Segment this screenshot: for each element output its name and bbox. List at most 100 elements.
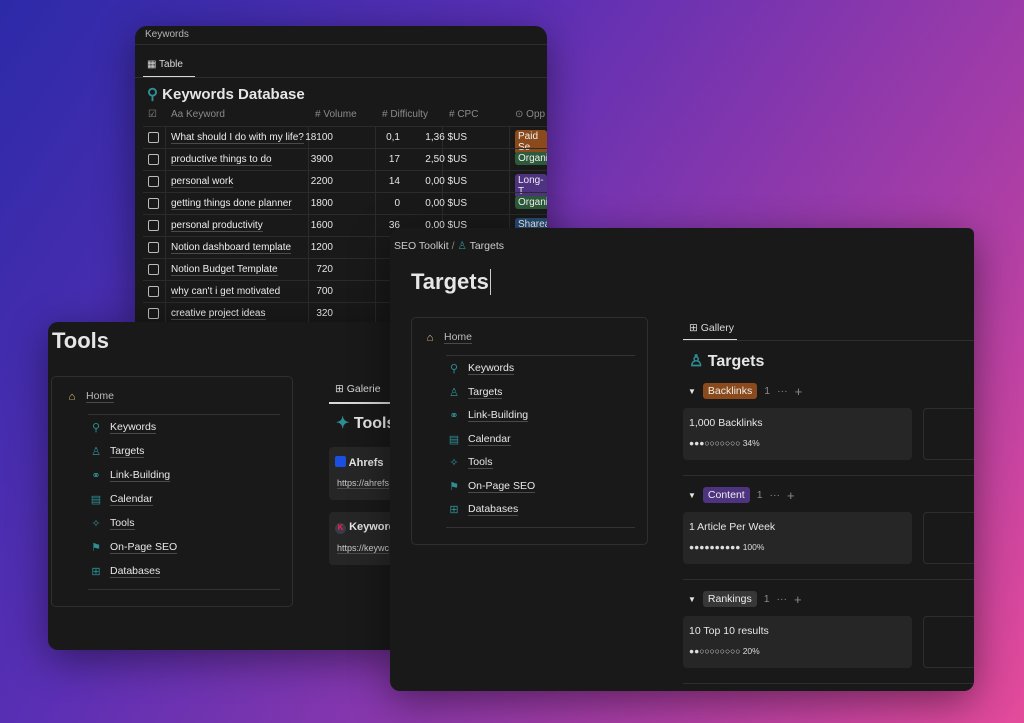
home-icon: ⌂ <box>426 331 434 344</box>
table-row[interactable]: getting things done planner 1800 0 0,00 … <box>143 192 547 214</box>
target-card[interactable]: 10 Top 10 results ●●○○○○○○○○ 20% <box>683 616 912 668</box>
target-card-placeholder[interactable] <box>923 512 974 564</box>
tool-url[interactable]: https://keywc <box>337 543 390 554</box>
plus-icon[interactable]: + <box>787 488 795 503</box>
gallery-heading: Targets <box>707 353 765 370</box>
row-checkbox[interactable] <box>148 220 159 231</box>
row-checkbox[interactable] <box>148 286 159 297</box>
breadcrumb-seo-toolkit[interactable]: SEO Toolkit <box>394 240 449 252</box>
more-icon[interactable]: ··· <box>770 489 781 501</box>
nav-item-tools[interactable]: ✧ Tools <box>90 517 135 530</box>
tools-icon: ✦ <box>336 415 350 432</box>
table-header: ☑ Aa Keyword # Volume # Difficulty # CPC… <box>148 109 546 120</box>
keyword-cell[interactable]: personal work <box>171 176 234 188</box>
nav-item-link-building[interactable]: ⚭ Link-Building <box>90 469 171 482</box>
nav-item-tools[interactable]: ✧ Tools <box>448 456 493 469</box>
volume-cell: 1200 <box>310 242 333 253</box>
group-label: Backlinks <box>702 383 758 399</box>
volume-cell: 720 <box>316 264 333 275</box>
database-icon: ⊞ <box>91 566 101 578</box>
table-icon: ▦ <box>147 59 160 70</box>
calendar-icon: ▤ <box>448 433 460 446</box>
tab-gallery[interactable]: ⊞ Gallery <box>689 322 734 334</box>
target-card-placeholder[interactable] <box>923 616 974 668</box>
nav-item-calendar[interactable]: ▤ Calendar <box>448 433 511 446</box>
table-row[interactable]: productive things to do 3900 17 2,50 $US… <box>143 148 547 170</box>
tool-card[interactable]: K Keyword https://keywc <box>329 512 398 565</box>
card-title: 1 Article Per Week <box>689 521 776 533</box>
group-header: ▼ Content 1 ··· + <box>688 487 795 503</box>
nav-item-targets[interactable]: ♙ Targets <box>448 386 503 399</box>
collapse-triangle-icon[interactable]: ▼ <box>688 491 696 500</box>
difficulty-cell: 0 <box>394 198 400 209</box>
nav-item-on-page-seo[interactable]: ⚑ On-Page SEO <box>448 480 536 493</box>
keyword-cell[interactable]: What should I do with my life? <box>171 132 304 144</box>
table-row[interactable]: What should I do with my life? 18100 0,1… <box>143 126 547 154</box>
nav-item-calendar[interactable]: ▤ Calendar <box>90 493 153 506</box>
nav-item-on-page-seo[interactable]: ⚑ On-Page SEO <box>90 541 178 554</box>
progress-text: ●●●○○○○○○○ 34% <box>689 438 760 448</box>
progress-text: ●●●●●●●●●● 100% <box>689 542 765 552</box>
keyword-cell[interactable]: why can't i get motivated <box>171 286 281 298</box>
row-checkbox[interactable] <box>148 132 159 143</box>
nav-item-targets[interactable]: ♙ Targets <box>90 445 145 458</box>
nav-item-keywords[interactable]: ⚲ Keywords <box>90 421 157 434</box>
nav-home[interactable]: ⌂ Home <box>424 331 473 344</box>
volume-cell: 1800 <box>310 198 333 209</box>
tool-card[interactable]: Ahrefs https://ahrefs <box>329 447 398 500</box>
targets-window: SEO Toolkit / ♙ Targets Targets ⌂ Home ⚲ K… <box>390 228 974 691</box>
row-checkbox[interactable] <box>148 176 159 187</box>
nav-item-link-building[interactable]: ⚭ Link-Building <box>448 409 529 422</box>
keyword-cell[interactable]: getting things done planner <box>171 198 292 210</box>
more-icon[interactable]: ··· <box>777 385 788 397</box>
table-row[interactable]: personal work 2200 14 0,00 $US Long-T <box>143 170 547 198</box>
group-count: 1 <box>763 593 770 605</box>
volume-cell: 2200 <box>310 176 333 187</box>
nav-home[interactable]: ⌂ Home <box>66 390 115 403</box>
breadcrumb-targets[interactable]: Targets <box>470 240 504 252</box>
card-title: 1,000 Backlinks <box>689 417 763 429</box>
progress-text: ●●○○○○○○○○ 20% <box>689 646 760 656</box>
keyword-cell[interactable]: creative project ideas <box>171 308 266 320</box>
tools-window: Tools ⌂ Home ⚲ Keywords ♙ Targets ⚭ Link-Build… <box>48 322 398 650</box>
row-checkbox[interactable] <box>148 308 159 319</box>
target-card-placeholder[interactable] <box>923 408 974 460</box>
plus-icon[interactable]: + <box>795 384 803 399</box>
keyword-cell[interactable]: productive things to do <box>171 154 272 166</box>
plus-icon[interactable]: + <box>794 592 802 607</box>
collapse-triangle-icon[interactable]: ▼ <box>688 387 696 396</box>
nav-item-keywords[interactable]: ⚲ Keywords <box>448 362 515 375</box>
difficulty-cell: 14 <box>388 176 400 187</box>
target-card[interactable]: 1,000 Backlinks ●●●○○○○○○○ 34% <box>683 408 912 460</box>
tab-table[interactable]: ▦ Table <box>147 59 183 70</box>
row-checkbox[interactable] <box>148 264 159 275</box>
row-checkbox[interactable] <box>148 198 159 209</box>
target-card[interactable]: 1 Article Per Week ●●●●●●●●●● 100% <box>683 512 912 564</box>
row-checkbox[interactable] <box>148 154 159 165</box>
window-title: Keywords <box>145 29 189 40</box>
person-icon: ♙ <box>91 446 101 458</box>
volume-cell: 18100 <box>305 132 333 143</box>
page-title: Tools <box>52 328 110 353</box>
more-icon[interactable]: ··· <box>777 593 788 605</box>
tab-galerie[interactable]: ⊞ Galerie <box>335 383 381 395</box>
search-icon: ⚲ <box>449 363 459 375</box>
nav-box: ⌂ Home ⚲ Keywords ♙ Targets ⚭ Link-Building ▤ Ca… <box>51 376 293 607</box>
sparkle-icon: ✧ <box>449 457 459 469</box>
difficulty-cell: 0,1 <box>386 132 400 143</box>
group-header: ▼ Backlinks 1 ··· + <box>688 383 802 399</box>
tool-url[interactable]: https://ahrefs <box>337 478 390 489</box>
nav-item-databases[interactable]: ⊞ Databases <box>448 503 519 516</box>
volume-cell: 3900 <box>310 154 333 165</box>
keyword-cell[interactable]: Notion Budget Template <box>171 264 278 276</box>
page-title[interactable]: Targets <box>411 269 491 295</box>
keyword-tool-logo-icon: K <box>335 523 346 534</box>
targets-icon: ♙ <box>689 353 704 370</box>
row-checkbox[interactable] <box>148 242 159 253</box>
cpc-cell: 2,50 $US <box>425 154 467 165</box>
calendar-icon: ▤ <box>90 494 102 506</box>
nav-item-databases[interactable]: ⊞ Databases <box>90 565 161 578</box>
keyword-cell[interactable]: Notion dashboard template <box>171 242 292 254</box>
collapse-triangle-icon[interactable]: ▼ <box>688 595 696 604</box>
keyword-cell[interactable]: personal productivity <box>171 220 263 232</box>
